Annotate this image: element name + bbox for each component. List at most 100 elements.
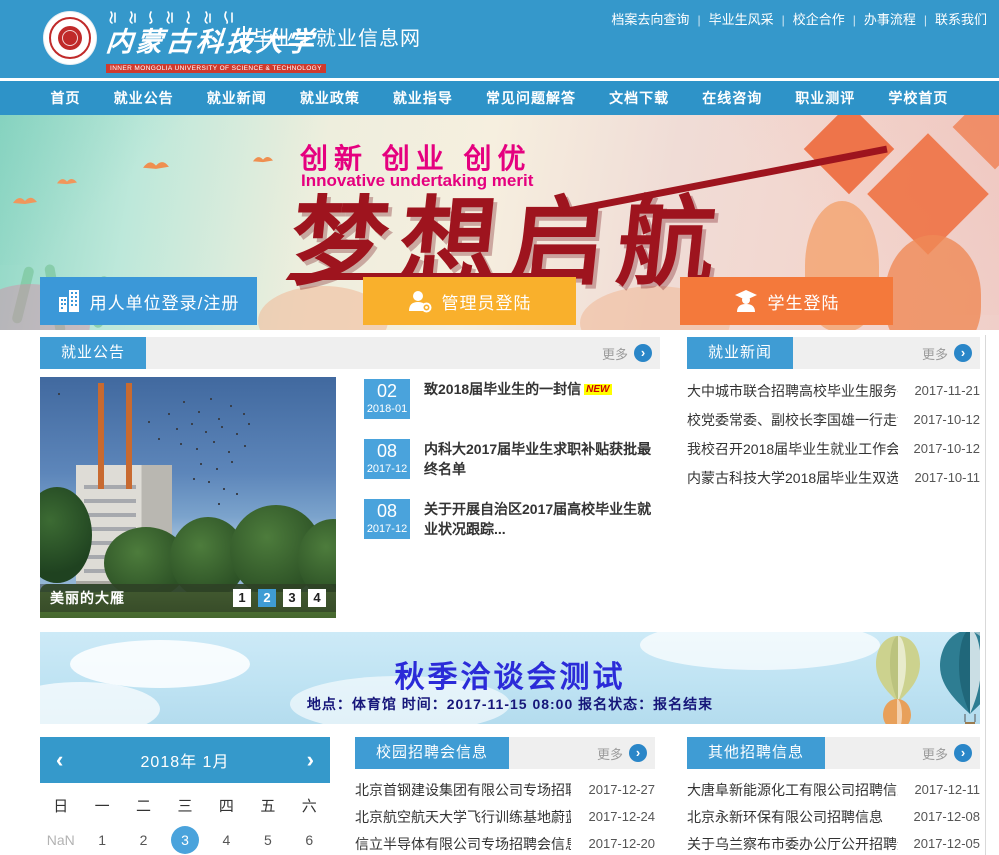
news-date: 2017-11-21 bbox=[914, 383, 980, 398]
pagination-item[interactable]: 2 bbox=[258, 589, 276, 607]
nav-item[interactable]: 文档下载 bbox=[609, 88, 669, 108]
hero-banner: 创新 创业 创优 Innovative undertaking merit 梦想… bbox=[0, 115, 999, 330]
campus-panel-tab[interactable]: 校园招聘会信息 bbox=[355, 737, 509, 769]
event-title[interactable]: 秋季洽谈会测试 bbox=[40, 652, 980, 696]
job-row[interactable]: 北京永新环保有限公司招聘信息 2017-12-08 bbox=[687, 803, 980, 830]
calendar-weekday: 四 bbox=[206, 795, 247, 816]
topbar-link[interactable]: 档案去向查询 bbox=[611, 9, 689, 28]
notice-title-wrap: 致2018届毕业生的一封信NEW bbox=[424, 379, 612, 419]
notice-item[interactable]: 08 2017-12 关于开展自治区2017届高校毕业生就业状况跟踪... bbox=[364, 499, 660, 539]
news-row[interactable]: 校党委常委、副校长李国雄一行走访... 2017-10-12 bbox=[687, 405, 980, 434]
notice-item-title[interactable]: 致2018届毕业生的一封信 bbox=[424, 381, 581, 397]
nav-item[interactable]: 在线咨询 bbox=[702, 88, 762, 108]
topbar-link[interactable]: 校企合作 bbox=[774, 9, 845, 28]
bird-icon bbox=[56, 175, 78, 185]
topbar-link[interactable]: 联系我们 bbox=[916, 9, 987, 28]
calendar-header: ‹ 2018年 1月 › bbox=[40, 737, 330, 783]
notice-date-day: 08 bbox=[364, 499, 410, 523]
calendar-day[interactable]: NaN bbox=[47, 826, 75, 854]
notice-date-month: 2017-12 bbox=[364, 523, 410, 536]
more-arrow-icon: › bbox=[634, 344, 652, 362]
campus-more-link[interactable]: 更多 › bbox=[597, 737, 647, 769]
bird-icon bbox=[252, 153, 274, 163]
calendar-days: NaN 123456 bbox=[40, 826, 330, 854]
calendar-day[interactable]: 4 bbox=[212, 826, 240, 854]
notice-date-month: 2017-12 bbox=[364, 463, 410, 476]
job-date: 2017-12-27 bbox=[589, 782, 656, 797]
pagination-item[interactable]: 3 bbox=[283, 589, 301, 607]
notice-item-title[interactable]: 内科大2017届毕业生求职补贴获批最终名单 bbox=[424, 441, 651, 477]
student-login-button[interactable]: 学生登陆 bbox=[680, 277, 893, 325]
seal-core bbox=[58, 26, 82, 50]
news-row[interactable]: 内蒙古科技大学2018届毕业生双选洽... 2017-10-11 bbox=[687, 463, 980, 492]
calendar-weekday: 五 bbox=[247, 795, 288, 816]
news-row[interactable]: 大中城市联合招聘高校毕业生服务平... 2017-11-21 bbox=[687, 376, 980, 405]
nav-item[interactable]: 常见问题解答 bbox=[486, 88, 576, 108]
news-title[interactable]: 校党委常委、副校长李国雄一行走访... bbox=[687, 410, 898, 430]
job-title[interactable]: 关于乌兰察布市委办公厅公开招聘速录 bbox=[687, 834, 898, 854]
nav-item[interactable]: 首页 bbox=[51, 88, 81, 108]
notice-title-wrap: 内科大2017届毕业生求职补贴获批最终名单 bbox=[424, 439, 660, 479]
news-title[interactable]: 内蒙古科技大学2018届毕业生双选洽... bbox=[687, 468, 898, 488]
job-row[interactable]: 大唐阜新能源化工有限公司招聘信息 2017-12-11 bbox=[687, 776, 980, 803]
graduate-icon bbox=[734, 289, 758, 313]
nav-item[interactable]: 职业测评 bbox=[795, 88, 855, 108]
news-title[interactable]: 我校召开2018届毕业生就业工作会议 bbox=[687, 439, 898, 459]
calendar-next-icon[interactable]: › bbox=[307, 749, 314, 771]
calendar-prev-icon[interactable]: ‹ bbox=[56, 749, 63, 771]
news-panel-header: 就业新闻 更多 › bbox=[687, 337, 980, 369]
other-panel-tab[interactable]: 其他招聘信息 bbox=[687, 737, 825, 769]
other-jobs-panel: 其他招聘信息 更多 › 大唐阜新能源化工有限公司招聘信息 2017-12-11 … bbox=[687, 737, 980, 855]
notice-item[interactable]: 08 2017-12 内科大2017届毕业生求职补贴获批最终名单 bbox=[364, 439, 660, 479]
pagination-item[interactable]: 4 bbox=[308, 589, 326, 607]
university-name-en: INNER MONGOLIA UNIVERSITY OF SCIENCE & T… bbox=[106, 64, 326, 73]
nav-item[interactable]: 学校首页 bbox=[888, 88, 948, 108]
nav-item[interactable]: 就业新闻 bbox=[207, 88, 267, 108]
building-banner bbox=[98, 383, 104, 489]
job-row[interactable]: 北京航空航天大学飞行训练基地蔚蓝... 2017-12-24 bbox=[355, 803, 655, 830]
nav-item[interactable]: 就业政策 bbox=[300, 88, 360, 108]
page-root: 内蒙古科技大学 INNER MONGOLIA UNIVERSITY OF SCI… bbox=[0, 0, 999, 855]
job-row[interactable]: 信立半导体有限公司专场招聘会信息 2017-12-20 bbox=[355, 830, 655, 855]
job-date: 2017-12-20 bbox=[589, 836, 656, 851]
notice-date-block: 08 2017-12 bbox=[364, 439, 410, 479]
more-label: 更多 bbox=[922, 344, 948, 363]
news-more-link[interactable]: 更多 › bbox=[922, 337, 972, 369]
event-banner[interactable]: 秋季洽谈会测试 地点：体育馆 时间：2017-11-15 08:00 报名状态：… bbox=[40, 632, 980, 724]
notice-more-link[interactable]: 更多 › bbox=[602, 337, 652, 369]
calendar-day[interactable]: 3 bbox=[171, 826, 199, 854]
job-title[interactable]: 北京永新环保有限公司招聘信息 bbox=[687, 807, 883, 827]
notice-item-title[interactable]: 关于开展自治区2017届高校毕业生就业状况跟踪... bbox=[424, 501, 651, 537]
notice-date-block: 08 2017-12 bbox=[364, 499, 410, 539]
news-row[interactable]: 我校召开2018届毕业生就业工作会议 2017-10-12 bbox=[687, 434, 980, 463]
job-date: 2017-12-11 bbox=[914, 782, 980, 797]
notice-panel-tab[interactable]: 就业公告 bbox=[40, 337, 146, 369]
news-panel-tab[interactable]: 就业新闻 bbox=[687, 337, 793, 369]
notice-item[interactable]: 02 2018-01 致2018届毕业生的一封信NEW bbox=[364, 379, 660, 419]
other-more-link[interactable]: 更多 › bbox=[922, 737, 972, 769]
pagination-item[interactable]: 1 bbox=[233, 589, 251, 607]
job-row[interactable]: 关于乌兰察布市委办公厅公开招聘速录 2017-12-05 bbox=[687, 830, 980, 855]
calendar-day[interactable]: 1 bbox=[88, 826, 116, 854]
calendar-day[interactable]: 2 bbox=[130, 826, 158, 854]
nav-item[interactable]: 就业指导 bbox=[393, 88, 453, 108]
calendar: ‹ 2018年 1月 › 日一二三四五六 NaN123456 bbox=[40, 737, 330, 854]
job-title[interactable]: 北京航空航天大学飞行训练基地蔚蓝... bbox=[355, 807, 571, 827]
calendar-day[interactable]: 6 bbox=[295, 826, 323, 854]
notice-date-block: 02 2018-01 bbox=[364, 379, 410, 419]
job-title[interactable]: 大唐阜新能源化工有限公司招聘信息 bbox=[687, 780, 898, 800]
calendar-day[interactable]: 5 bbox=[254, 826, 282, 854]
topbar-link[interactable]: 办事流程 bbox=[845, 9, 916, 28]
job-title[interactable]: 北京首钢建设集团有限公司专场招聘... bbox=[355, 780, 571, 800]
news-title[interactable]: 大中城市联合招聘高校毕业生服务平... bbox=[687, 381, 898, 401]
topbar-link[interactable]: 毕业生风采 bbox=[689, 9, 773, 28]
more-arrow-icon: › bbox=[954, 344, 972, 362]
job-row[interactable]: 北京首钢建设集团有限公司专场招聘... 2017-12-27 bbox=[355, 776, 655, 803]
more-label: 更多 bbox=[597, 744, 623, 763]
nav-item[interactable]: 就业公告 bbox=[114, 88, 174, 108]
admin-login-button[interactable]: 管理员登陆 bbox=[363, 277, 576, 325]
campus-photo[interactable]: 美丽的大雁 1234 bbox=[40, 377, 336, 618]
job-title[interactable]: 信立半导体有限公司专场招聘会信息 bbox=[355, 834, 571, 854]
job-date: 2017-12-08 bbox=[914, 809, 981, 824]
employer-login-button[interactable]: 用人单位登录/注册 bbox=[40, 277, 257, 325]
